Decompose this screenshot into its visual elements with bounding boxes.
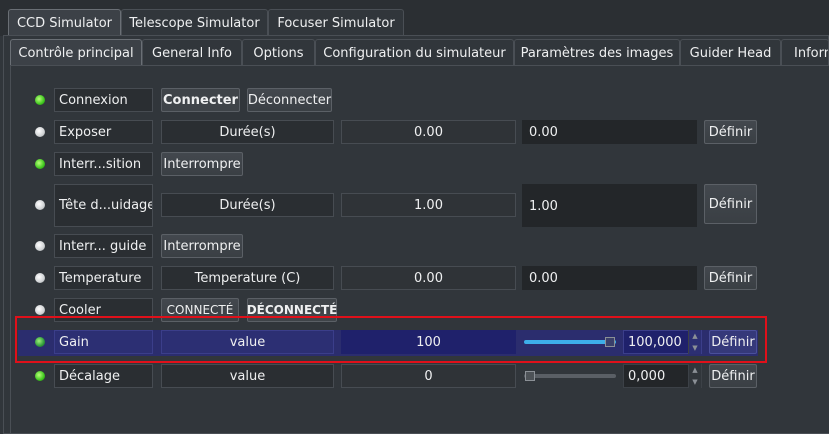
highlight-annotation-box xyxy=(15,316,767,363)
exposer-duration-label: Durée(s) xyxy=(161,120,334,144)
guide-head-label: Tête d...uidage xyxy=(54,184,153,227)
temperature-led xyxy=(35,273,45,283)
guide-head-current-value: 1.00 xyxy=(341,193,516,217)
abort-guide-label: Interr... guide xyxy=(54,234,153,258)
offset-led xyxy=(35,371,45,381)
offset-current-value: 0 xyxy=(341,364,516,388)
temperature-unit-label: Temperature (C) xyxy=(161,266,334,290)
tab-options[interactable]: Options xyxy=(242,39,315,66)
exposer-set-button[interactable]: Définir xyxy=(704,120,757,144)
chevron-down-icon[interactable]: ▼ xyxy=(692,378,697,386)
connexion-label: Connexion xyxy=(54,88,153,112)
connexion-status-led xyxy=(35,95,45,105)
tab-image-settings[interactable]: Paramètres des images xyxy=(514,39,680,66)
guide-head-led xyxy=(35,200,45,210)
exposer-status-led xyxy=(35,127,45,137)
offset-slider-handle[interactable] xyxy=(525,371,535,381)
guide-head-set-button[interactable]: Définir xyxy=(704,184,757,224)
tab-telescope-simulator[interactable]: Telescope Simulator xyxy=(121,9,268,36)
guide-head-duration-input[interactable]: 1.00 xyxy=(522,184,697,227)
exposer-current-value: 0.00 xyxy=(341,120,516,144)
tab-simulator-config[interactable]: Configuration du simulateur xyxy=(315,39,514,66)
offset-slider[interactable] xyxy=(524,374,616,378)
chevron-up-icon[interactable]: ▲ xyxy=(692,366,697,374)
temperature-set-button[interactable]: Définir xyxy=(704,266,757,290)
connect-button[interactable]: Connecter xyxy=(161,88,240,112)
offset-set-button[interactable]: Définir xyxy=(709,364,757,388)
abort-acquisition-label: Interr...sition xyxy=(54,152,153,176)
tab-focuser-simulator[interactable]: Focuser Simulator xyxy=(268,9,404,36)
offset-spin-arrows[interactable]: ▲ ▼ xyxy=(688,364,701,388)
exposer-duration-input[interactable]: 0.00 xyxy=(522,120,697,144)
tab-guider-head[interactable]: Guider Head xyxy=(680,39,781,66)
disconnect-button[interactable]: Déconnecter xyxy=(247,88,332,112)
offset-value-label: value xyxy=(161,364,334,388)
temperature-label: Temperature xyxy=(54,266,153,290)
tab-general-info[interactable]: General Info xyxy=(142,39,242,66)
cooler-led xyxy=(35,305,45,315)
tab-main-control[interactable]: Contrôle principal xyxy=(10,39,142,66)
tab-info[interactable]: Inform xyxy=(781,39,829,66)
exposer-label: Exposer xyxy=(54,120,153,144)
guide-head-duration-label: Durée(s) xyxy=(161,193,334,217)
temperature-current-value: 0.00 xyxy=(341,266,516,290)
offset-label: Décalage xyxy=(54,364,153,388)
abort-acquisition-led xyxy=(35,159,45,169)
abort-guide-button[interactable]: Interrompre xyxy=(161,234,243,258)
tab-ccd-simulator[interactable]: CCD Simulator xyxy=(8,9,121,36)
temperature-input[interactable]: 0.00 xyxy=(522,266,697,290)
abort-acquisition-button[interactable]: Interrompre xyxy=(161,152,243,176)
abort-guide-led xyxy=(35,241,45,251)
